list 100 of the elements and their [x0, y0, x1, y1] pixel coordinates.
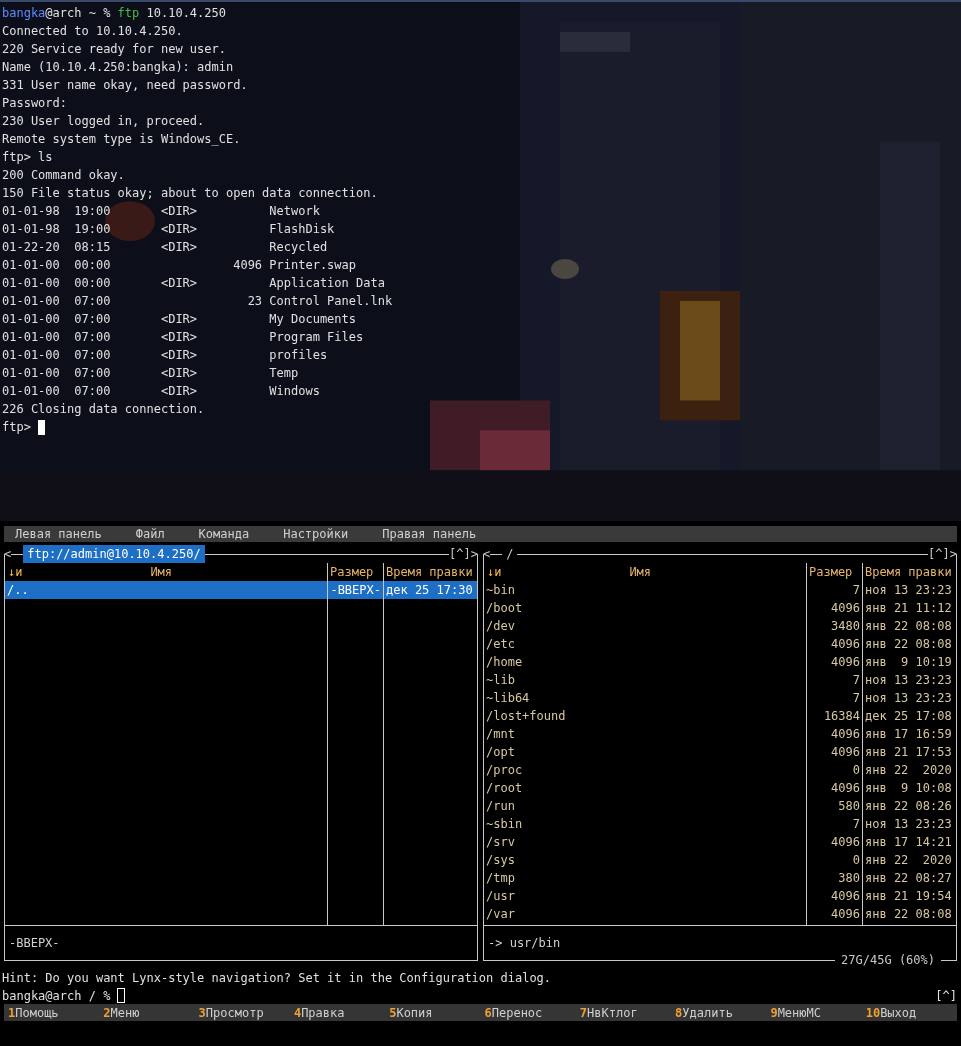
file-time[interactable]: ноя 13 23:23 — [863, 671, 956, 689]
file-name[interactable]: /proc — [484, 761, 806, 779]
file-size[interactable]: 4096 — [807, 779, 862, 797]
function-key[interactable]: 1Помощь — [4, 1004, 100, 1022]
function-key[interactable]: 10Выход — [861, 1004, 957, 1022]
file-name[interactable]: /boot — [484, 599, 806, 617]
file-size[interactable]: 4096 — [807, 635, 862, 653]
file-time[interactable]: ноя 13 23:23 — [863, 689, 956, 707]
file-time[interactable]: янв 22 08:27 — [863, 869, 956, 887]
file-name[interactable]: /.. — [5, 581, 327, 599]
sort-indicator[interactable]: ↓и — [484, 563, 505, 581]
file-time[interactable]: янв 9 10:08 — [863, 779, 956, 797]
file-size[interactable]: 4096 — [807, 887, 862, 905]
column-header[interactable]: Размер — [328, 563, 376, 581]
text-cursor — [117, 988, 126, 1003]
file-name[interactable]: ~lib64 — [484, 689, 806, 707]
file-size[interactable]: 7 — [807, 815, 862, 833]
file-size[interactable]: 4096 — [807, 905, 862, 923]
column-header[interactable]: Имя — [150, 563, 203, 581]
panel-corner-toggle[interactable]: [^] — [928, 545, 950, 563]
file-name[interactable]: /home — [484, 653, 806, 671]
file-time[interactable]: ноя 13 23:23 — [863, 815, 956, 833]
menu-item[interactable]: Настройки — [283, 525, 349, 543]
hint-text: Hint: Do you want Lynx-style navigation? Set it in the Configuration dialog. — [1, 970, 552, 987]
file-size[interactable]: 0 — [807, 851, 862, 869]
terminal-line: Remote system type is Windows_CE. — [2, 131, 241, 148]
function-key[interactable]: 7НвКтлог — [575, 1004, 672, 1022]
file-name[interactable]: /dev — [484, 617, 806, 635]
file-name[interactable]: /usr — [484, 887, 806, 905]
file-size[interactable]: 380 — [807, 869, 862, 887]
file-name[interactable]: /opt — [484, 743, 806, 761]
file-time[interactable]: янв 22 08:08 — [863, 905, 956, 923]
menu-item[interactable]: Левая панель — [15, 525, 102, 543]
file-time[interactable]: ноя 13 23:23 — [863, 581, 956, 599]
file-size[interactable]: 7 — [807, 689, 862, 707]
file-name[interactable]: /mnt — [484, 725, 806, 743]
file-time[interactable]: дек 25 17:08 — [863, 707, 956, 725]
file-name[interactable]: /root — [484, 779, 806, 797]
file-time[interactable]: дек 25 17:30 — [384, 581, 477, 599]
file-name[interactable]: ~lib — [484, 671, 806, 689]
file-size[interactable]: 4096 — [807, 833, 862, 851]
file-time[interactable]: янв 22 2020 — [863, 851, 956, 869]
file-name[interactable]: /var — [484, 905, 806, 923]
menu-item[interactable]: Команда — [198, 525, 250, 543]
column-header[interactable]: Имя — [629, 563, 682, 581]
file-size[interactable]: 580 — [807, 797, 862, 815]
panel-nav-mark[interactable]: < — [4, 545, 12, 563]
file-time[interactable]: янв 22 08:08 — [863, 635, 956, 653]
file-size[interactable]: 7 — [807, 581, 862, 599]
file-name[interactable]: /sys — [484, 851, 806, 869]
function-key[interactable]: 4Правка — [289, 1004, 386, 1022]
panel-corner-toggle[interactable]: [^] — [449, 545, 471, 563]
file-size[interactable]: -ВВЕРХ- — [328, 581, 383, 599]
terminal-line: Password: — [2, 95, 68, 112]
function-key[interactable]: 9МенюМС — [766, 1004, 862, 1022]
function-key[interactable]: 6Перенос — [480, 1004, 576, 1022]
menu-item[interactable]: Файл — [135, 525, 165, 543]
file-size[interactable]: 0 — [807, 761, 862, 779]
file-time[interactable]: янв 22 2020 — [863, 761, 956, 779]
file-name[interactable]: ~bin — [484, 581, 806, 599]
file-name[interactable]: /srv — [484, 833, 806, 851]
function-key[interactable]: 3Просмотр — [194, 1004, 290, 1022]
file-size[interactable]: 4096 — [807, 599, 862, 617]
file-time[interactable]: янв 17 14:21 — [863, 833, 956, 851]
prompt-corner-toggle[interactable]: [^] — [935, 986, 957, 1005]
terminal-line: 331 User name okay, need password. — [2, 77, 248, 94]
file-time[interactable]: янв 21 17:53 — [863, 743, 956, 761]
file-size[interactable]: 7 — [807, 671, 862, 689]
file-size[interactable]: 3480 — [807, 617, 862, 635]
file-size[interactable]: 4096 — [807, 743, 862, 761]
sort-indicator[interactable]: ↓и — [5, 563, 26, 581]
function-key[interactable]: 2Меню — [99, 1004, 195, 1022]
file-time[interactable]: янв 21 11:12 — [863, 599, 956, 617]
file-size[interactable]: 4096 — [807, 653, 862, 671]
file-name[interactable]: ~sbin — [484, 815, 806, 833]
panel-nav-mark[interactable]: < — [483, 545, 491, 563]
terminal-line: 01-01-00 07:00 <DIR> My Documents — [2, 311, 356, 328]
text-cursor — [38, 419, 46, 435]
file-time[interactable]: янв 22 08:26 — [863, 797, 956, 815]
file-size[interactable]: 16384 — [807, 707, 862, 725]
file-time[interactable]: янв 17 16:59 — [863, 725, 956, 743]
file-name[interactable]: /etc — [484, 635, 806, 653]
panel-path: ftp://admin@10.10.4.250/ — [23, 545, 205, 563]
column-header[interactable]: Время правки — [384, 563, 475, 581]
file-name[interactable]: /run — [484, 797, 806, 815]
column-header[interactable]: Время правки — [863, 563, 954, 581]
menu-item[interactable]: Правая панель — [382, 525, 477, 543]
terminal-line: 200 Command okay. — [2, 167, 125, 184]
column-header[interactable]: Размер — [807, 563, 855, 581]
file-name[interactable]: /lost+found — [484, 707, 806, 725]
terminal-prompt: ftp> — [2, 419, 32, 436]
file-name[interactable]: /tmp — [484, 869, 806, 887]
file-size[interactable]: 4096 — [807, 725, 862, 743]
panel-nav-mark[interactable]: > — [470, 545, 478, 563]
function-key[interactable]: 8Удалить — [671, 1004, 767, 1022]
panel-nav-mark[interactable]: > — [949, 545, 957, 563]
function-key[interactable]: 5Копия — [385, 1004, 481, 1022]
file-time[interactable]: янв 9 10:19 — [863, 653, 956, 671]
file-time[interactable]: янв 22 08:08 — [863, 617, 956, 635]
file-time[interactable]: янв 21 19:54 — [863, 887, 956, 905]
